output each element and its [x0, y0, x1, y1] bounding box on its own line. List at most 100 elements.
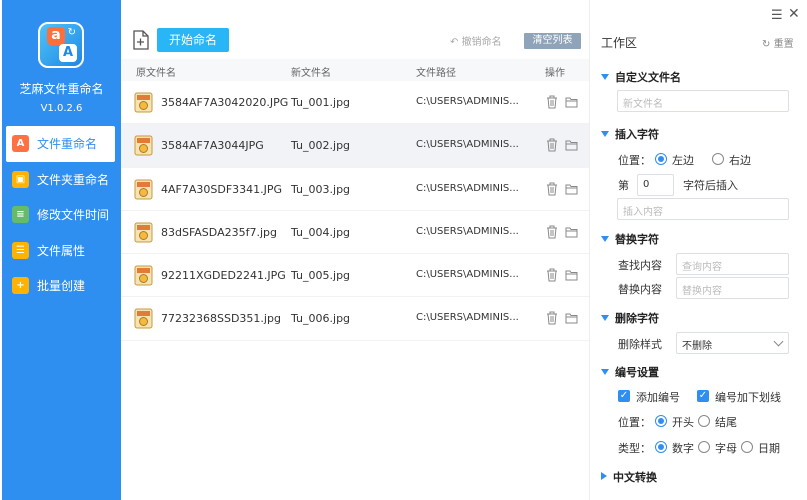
image-file-icon: [134, 179, 153, 200]
nav-label: 修改文件时间: [37, 208, 110, 223]
section-custom-name[interactable]: 自定义文件名: [601, 69, 681, 85]
file-path: C:\USERS\ADMINIS...: [416, 225, 519, 237]
nav-label: 文件属性: [37, 243, 86, 258]
nav-file-attr[interactable]: ☰ 文件属性: [2, 233, 121, 269]
insert-right-label: 右边: [729, 154, 751, 167]
collapse-arrow-icon: [601, 236, 609, 242]
new-name: Tu_006.jpg: [291, 312, 351, 326]
toolbar: 开始命名 ↶ 撤销命名 清空列表: [121, 28, 589, 52]
folder-open-icon[interactable]: [565, 183, 578, 195]
expand-arrow-icon: [601, 472, 607, 480]
workspace-title: 工作区: [601, 36, 638, 50]
app-window: a ↻ A 芝麻文件重命名 V1.0.2.6 A 文件重命名 ▣ 文件夹重命名 …: [0, 0, 807, 500]
folder-open-icon[interactable]: [565, 226, 578, 238]
table-row[interactable]: 77232368SSD351.jpg Tu_006.jpg C:\USERS\A…: [121, 297, 589, 341]
folder-rename-icon: ▣: [12, 170, 29, 188]
trash-icon[interactable]: [546, 95, 558, 109]
folder-open-icon[interactable]: [565, 139, 578, 151]
delete-style-label: 删除样式: [618, 338, 662, 351]
undo-rename-button[interactable]: ↶ 撤销命名: [450, 33, 502, 48]
folder-open-icon[interactable]: [565, 312, 578, 324]
app-name: 芝麻文件重命名: [19, 82, 104, 96]
replace-input[interactable]: 替换内容: [676, 277, 789, 299]
nav-file-time[interactable]: ≡ 修改文件时间: [2, 197, 121, 233]
radio-insert-left[interactable]: [655, 153, 667, 165]
nav-label: 文件重命名: [37, 137, 98, 152]
trash-icon[interactable]: [546, 225, 558, 239]
table-row[interactable]: 3584AF7A3042020.JPG Tu_001.jpg C:\USERS\…: [121, 81, 589, 125]
image-file-icon: [134, 92, 153, 113]
table-body: 3584AF7A3042020.JPG Tu_001.jpg C:\USERS\…: [121, 81, 589, 341]
find-input[interactable]: 查询内容: [676, 253, 789, 275]
radio-number-end[interactable]: [698, 415, 710, 427]
image-file-icon: [134, 308, 153, 329]
checkbox-number-underline[interactable]: ✓: [697, 390, 709, 402]
insert-left-label: 左边: [672, 154, 694, 167]
trash-icon[interactable]: [546, 268, 558, 282]
trash-icon[interactable]: [546, 182, 558, 196]
image-file-icon: [134, 135, 153, 156]
radio-number-start[interactable]: [655, 415, 667, 427]
image-file-icon: [134, 222, 153, 243]
after-insert-label: 字符后插入: [683, 179, 738, 192]
section-chinese-convert[interactable]: 中文转换: [601, 469, 657, 485]
new-name: Tu_004.jpg: [291, 225, 351, 239]
section-insert-char[interactable]: 插入字符: [601, 126, 659, 142]
table-row[interactable]: 83dSFASDA235f7.jpg Tu_004.jpg C:\USERS\A…: [121, 211, 589, 255]
chevron-down-icon: [773, 336, 784, 347]
close-icon[interactable]: ✕: [788, 6, 800, 22]
menu-icon[interactable]: ☰: [771, 8, 783, 23]
orig-name: 83dSFASDA235f7.jpg: [161, 225, 277, 239]
add-file-icon[interactable]: [132, 30, 150, 50]
trash-icon[interactable]: [546, 138, 558, 152]
radio-type-date[interactable]: [741, 441, 753, 453]
nav-file-rename[interactable]: A 文件重命名: [6, 126, 115, 162]
radio-type-letter[interactable]: [698, 441, 710, 453]
delete-style-select[interactable]: 不删除: [676, 332, 789, 354]
reset-button[interactable]: ↻ 重置: [762, 35, 794, 50]
insert-content-input[interactable]: 插入内容: [617, 198, 789, 220]
number-underline-label: 编号加下划线: [715, 391, 781, 404]
replace-label: 替换内容: [618, 283, 662, 296]
app-logo: a ↻ A: [38, 22, 84, 68]
section-numbering[interactable]: 编号设置: [601, 364, 659, 380]
nth-label: 第: [618, 179, 629, 192]
checkbox-add-number[interactable]: ✓: [618, 390, 630, 402]
batch-create-icon: +: [12, 277, 29, 295]
folder-open-icon[interactable]: [565, 269, 578, 281]
insert-position-label: 位置：: [618, 154, 651, 167]
section-title: 中文转换: [613, 471, 657, 484]
radio-type-digit[interactable]: [655, 441, 667, 453]
number-type-label: 类型：: [618, 442, 651, 455]
table-row[interactable]: 4AF7A30SDF3341.JPG Tu_003.jpg C:\USERS\A…: [121, 168, 589, 211]
section-replace-char[interactable]: 替换字符: [601, 231, 659, 247]
radio-insert-right[interactable]: [712, 153, 724, 165]
nav-folder-rename[interactable]: ▣ 文件夹重命名: [2, 162, 121, 198]
type-date-label: 日期: [758, 442, 780, 455]
file-path: C:\USERS\ADMINIS...: [416, 312, 519, 324]
collapse-arrow-icon: [601, 74, 609, 80]
undo-label: 撤销命名: [461, 37, 502, 48]
new-name: Tu_001.jpg: [291, 96, 351, 109]
nav-batch-create[interactable]: + 批量创建: [2, 268, 121, 304]
image-file-icon: [134, 265, 153, 286]
file-attr-icon: ☰: [12, 241, 29, 259]
workspace-panel: ☰ ✕ 工作区 ↻ 重置 自定义文件名 新文件名 插入字符 位置： 左边 右边 …: [589, 0, 807, 500]
new-filename-input[interactable]: 新文件名: [617, 90, 789, 112]
type-letter-label: 字母: [715, 442, 737, 455]
start-rename-button[interactable]: 开始命名: [157, 28, 229, 52]
section-title: 删除字符: [615, 312, 659, 325]
add-number-label: 添加编号: [636, 391, 680, 404]
number-start-label: 开头: [672, 416, 694, 429]
table-row[interactable]: 3584AF7A3044JPG Tu_002.jpg C:\USERS\ADMI…: [121, 124, 589, 168]
nth-input[interactable]: 0: [637, 174, 674, 196]
orig-name: 77232368SSD351.jpg: [161, 312, 281, 326]
number-end-label: 结尾: [715, 416, 737, 429]
section-delete-char[interactable]: 删除字符: [601, 310, 659, 326]
folder-open-icon[interactable]: [565, 96, 578, 108]
table-row[interactable]: 92211XGDED2241.JPG Tu_005.jpg C:\USERS\A…: [121, 254, 589, 298]
clear-list-button[interactable]: 清空列表: [524, 33, 581, 49]
new-name: Tu_005.jpg: [291, 269, 351, 283]
nav-label: 文件夹重命名: [37, 172, 110, 187]
trash-icon[interactable]: [546, 311, 558, 325]
